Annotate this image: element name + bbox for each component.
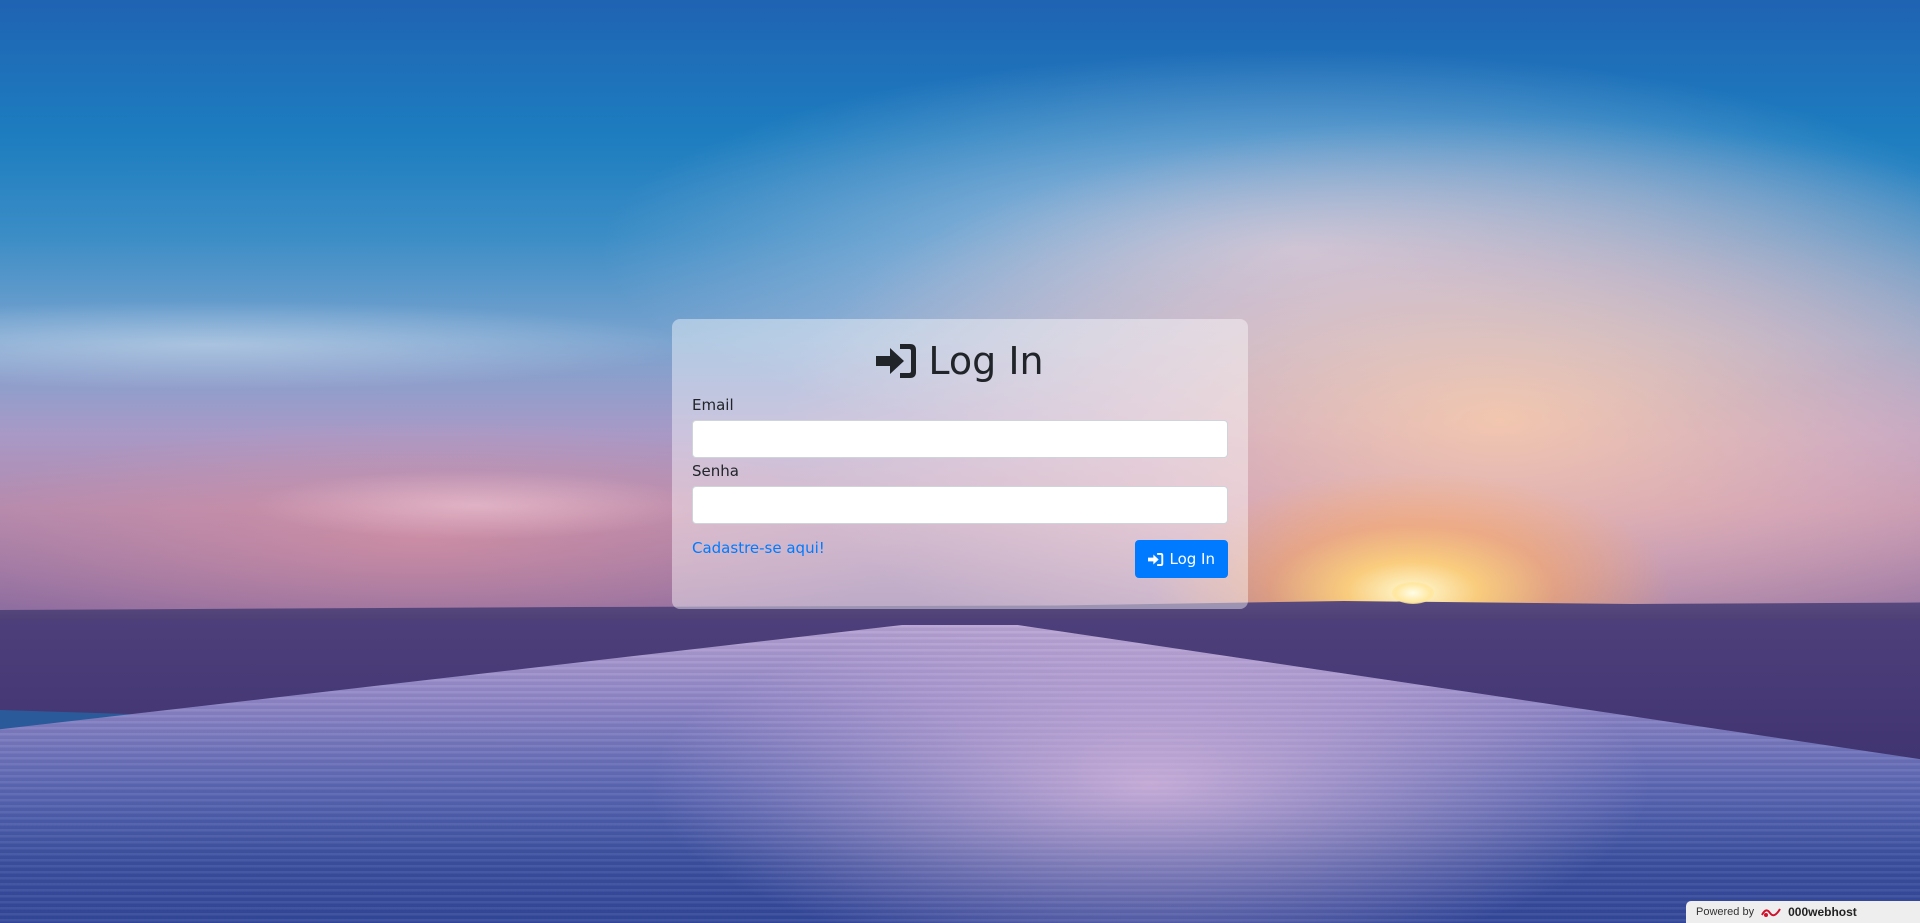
brand-name: 000webhost — [1788, 905, 1857, 919]
sign-in-icon — [876, 342, 918, 380]
000webhost-logo-icon — [1760, 905, 1782, 919]
powered-by-badge[interactable]: Powered by 000webhost — [1686, 901, 1920, 923]
powered-by-text: Powered by — [1696, 906, 1755, 918]
register-link[interactable]: Cadastre-se aqui! — [692, 538, 825, 558]
email-label: Email — [692, 396, 734, 414]
cloud — [0, 300, 700, 390]
email-field[interactable] — [692, 420, 1228, 458]
password-label: Senha — [692, 462, 739, 480]
login-heading: Log In — [692, 337, 1228, 385]
password-field[interactable] — [692, 486, 1228, 524]
login-button[interactable]: Log In — [1134, 540, 1228, 578]
form-actions: Cadastre-se aqui! Log In — [692, 538, 1228, 578]
sun — [1392, 582, 1434, 604]
page-title: Log In — [928, 339, 1044, 383]
login-button-label: Log In — [1169, 550, 1216, 568]
sign-in-icon — [1147, 552, 1164, 567]
login-card: Log In Email Senha Cadastre-se aqui! Log… — [672, 319, 1248, 609]
cloud — [250, 470, 700, 540]
